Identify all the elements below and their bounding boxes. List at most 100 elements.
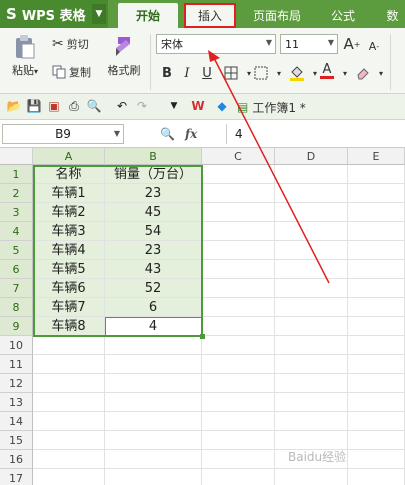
empty-cell[interactable] [348, 184, 405, 203]
empty-cell[interactable] [202, 336, 275, 355]
cut-button[interactable]: ✂ 剪切 [52, 36, 89, 52]
italic-button[interactable]: I [178, 64, 196, 82]
cell-b6[interactable]: 43 [105, 260, 202, 279]
empty-cell[interactable] [33, 355, 105, 374]
empty-cell[interactable] [202, 450, 275, 469]
customize-toolbar-icon[interactable]: ▼ [166, 98, 182, 114]
tab-formulas[interactable]: 公式 [318, 3, 368, 28]
empty-cell[interactable] [275, 355, 348, 374]
empty-cell[interactable] [105, 355, 202, 374]
empty-cell[interactable] [105, 336, 202, 355]
cell-a6[interactable]: 车辆5 [33, 260, 105, 279]
empty-cell[interactable] [33, 412, 105, 431]
column-header-b[interactable]: B [105, 148, 202, 165]
empty-cell[interactable] [275, 279, 348, 298]
empty-cell[interactable] [202, 317, 275, 336]
row-header[interactable]: 1 [0, 165, 33, 184]
empty-cell[interactable] [348, 393, 405, 412]
cell-a9[interactable]: 车辆8 [33, 317, 105, 336]
cell-a5[interactable]: 车辆4 [33, 241, 105, 260]
merge-cells-button[interactable] [252, 64, 270, 82]
empty-cell[interactable] [105, 450, 202, 469]
row-header[interactable]: 16 [0, 450, 33, 469]
empty-cell[interactable] [348, 279, 405, 298]
empty-cell[interactable] [202, 412, 275, 431]
row-header[interactable]: 3 [0, 203, 33, 222]
cell-a2[interactable]: 车辆1 [33, 184, 105, 203]
empty-cell[interactable] [202, 279, 275, 298]
empty-cell[interactable] [202, 469, 275, 485]
empty-cell[interactable] [105, 393, 202, 412]
font-size-select[interactable]: 11 ▼ [280, 34, 338, 54]
print-preview-icon[interactable]: 🔍 [86, 98, 102, 114]
empty-cell[interactable] [33, 431, 105, 450]
paste-button[interactable]: 粘贴▾ [6, 34, 44, 78]
clear-format-button[interactable] [354, 64, 372, 82]
chevron-down-icon[interactable]: ▼ [92, 4, 106, 24]
select-all-corner[interactable] [0, 148, 33, 165]
empty-cell[interactable] [275, 241, 348, 260]
empty-cell[interactable] [348, 469, 405, 485]
grow-font-button[interactable]: A + [343, 35, 361, 53]
empty-cell[interactable] [33, 393, 105, 412]
empty-cell[interactable] [275, 374, 348, 393]
row-header[interactable]: 17 [0, 469, 33, 485]
empty-cell[interactable] [348, 317, 405, 336]
fx-button[interactable]: fx [185, 127, 197, 141]
empty-cell[interactable] [33, 336, 105, 355]
tab-page-layout[interactable]: 页面布局 [244, 3, 310, 28]
font-name-select[interactable]: 宋体 ▼ [156, 34, 276, 54]
tab-home[interactable]: 开始 [118, 3, 178, 28]
cube-icon[interactable]: ◆ [214, 98, 230, 114]
empty-cell[interactable] [202, 184, 275, 203]
wps-w-icon[interactable]: W [190, 98, 206, 114]
cell-a4[interactable]: 车辆3 [33, 222, 105, 241]
empty-cell[interactable] [202, 431, 275, 450]
font-color-button[interactable]: A [318, 62, 336, 80]
row-header[interactable]: 13 [0, 393, 33, 412]
row-header[interactable]: 7 [0, 279, 33, 298]
empty-cell[interactable] [33, 469, 105, 485]
empty-cell[interactable] [348, 165, 405, 184]
empty-cell[interactable] [348, 298, 405, 317]
empty-cell[interactable] [275, 260, 348, 279]
document-tab[interactable]: ▤ 工作簿1 * [237, 96, 357, 118]
shrink-font-button[interactable]: A- [365, 37, 383, 55]
empty-cell[interactable] [275, 298, 348, 317]
empty-cell[interactable] [275, 165, 348, 184]
empty-cell[interactable] [202, 355, 275, 374]
empty-cell[interactable] [348, 431, 405, 450]
empty-cell[interactable] [348, 374, 405, 393]
empty-cell[interactable] [275, 222, 348, 241]
open-folder-icon[interactable]: 📂 [6, 98, 22, 114]
chevron-down-icon[interactable]: ▾ [372, 64, 390, 82]
row-header[interactable]: 8 [0, 298, 33, 317]
cell-b8[interactable]: 6 [105, 298, 202, 317]
save-icon[interactable]: 💾 [26, 98, 42, 114]
row-header[interactable]: 6 [0, 260, 33, 279]
formula-input[interactable]: 4 [226, 124, 402, 144]
empty-cell[interactable] [348, 412, 405, 431]
empty-cell[interactable] [202, 241, 275, 260]
column-header-a[interactable]: A [33, 148, 105, 165]
row-header[interactable]: 5 [0, 241, 33, 260]
undo-icon[interactable]: ↶ [114, 98, 130, 114]
empty-cell[interactable] [275, 317, 348, 336]
row-header[interactable]: 2 [0, 184, 33, 203]
tab-data[interactable]: 数 [380, 3, 405, 28]
empty-cell[interactable] [275, 336, 348, 355]
empty-cell[interactable] [275, 469, 348, 485]
zoom-icon[interactable]: 🔍 [160, 127, 175, 141]
empty-cell[interactable] [275, 203, 348, 222]
column-header-c[interactable]: C [202, 148, 275, 165]
chevron-down-icon[interactable]: ▾ [336, 64, 354, 82]
row-header[interactable]: 10 [0, 336, 33, 355]
empty-cell[interactable] [348, 450, 405, 469]
redo-icon[interactable]: ↷ [134, 98, 150, 114]
empty-cell[interactable] [348, 336, 405, 355]
row-header[interactable]: 9 [0, 317, 33, 336]
empty-cell[interactable] [105, 469, 202, 485]
bold-button[interactable]: B [158, 64, 176, 82]
copy-button[interactable]: 复制 [52, 64, 91, 80]
print-icon[interactable]: ⎙ [66, 98, 82, 114]
